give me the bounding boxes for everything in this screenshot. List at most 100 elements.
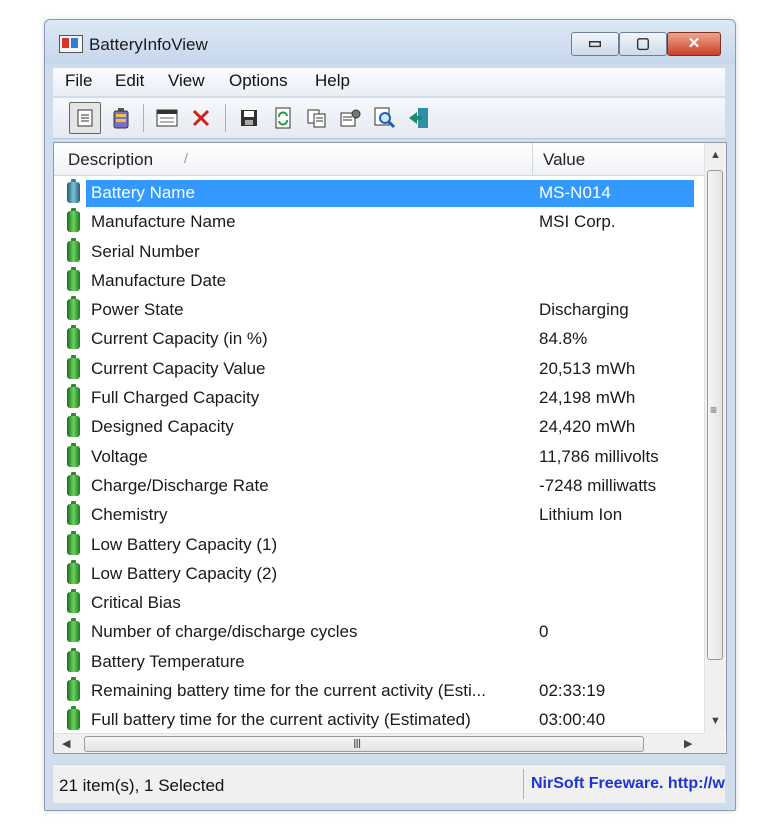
list-row[interactable]: Manufacture Date [54, 266, 704, 295]
column-header-value[interactable]: Value [543, 150, 585, 170]
minimize-icon: ▭ [587, 35, 603, 52]
copy-icon[interactable] [301, 102, 333, 134]
row-description: Chemistry [91, 505, 168, 525]
row-value: 24,198 mWh [539, 388, 636, 408]
list-row[interactable]: Manufacture Name MSI Corp. [54, 207, 704, 236]
row-description: Battery Name [91, 183, 195, 202]
battery-icon [67, 237, 80, 262]
horizontal-scroll-thumb[interactable]: Ⅲ [84, 736, 644, 752]
list-row[interactable]: Current Capacity (in %) 84.8% [54, 324, 704, 353]
row-description: Manufacture Name [91, 212, 236, 232]
list-row[interactable]: Full Charged Capacity 24,198 mWh [54, 383, 704, 412]
title-bar[interactable]: BatteryInfoView ▭ ▢ ✕ [45, 20, 735, 64]
exit-icon[interactable] [403, 102, 435, 134]
row-description: Critical Bias [91, 593, 181, 613]
nirsoft-link[interactable]: NirSoft Freeware. http://www.nirsoft.net [531, 775, 725, 793]
list-row[interactable]: Full battery time for the current activi… [54, 705, 704, 734]
list-row[interactable]: Chemistry Lithium Ion [54, 500, 704, 529]
row-description: Low Battery Capacity (1) [91, 534, 278, 554]
options-icon[interactable] [335, 102, 367, 134]
row-description: Current Capacity (in %) [91, 329, 268, 349]
scroll-right-icon[interactable]: ▶ [684, 737, 692, 750]
list-row[interactable]: Low Battery Capacity (1) [54, 530, 704, 559]
row-description: Manufacture Date [91, 270, 227, 290]
row-description: Battery Temperature [91, 651, 245, 671]
delete-icon[interactable] [185, 102, 217, 134]
sort-indicator-icon: / [184, 150, 188, 166]
list-row[interactable]: Critical Bias [54, 588, 704, 617]
save-icon[interactable] [233, 102, 265, 134]
row-description: Number of charge/discharge cycles [91, 622, 358, 642]
close-button[interactable]: ✕ [667, 32, 721, 56]
list-row[interactable]: Number of charge/discharge cycles 0 [54, 617, 704, 646]
horizontal-scrollbar[interactable]: ◀ Ⅲ ▶ [54, 733, 704, 753]
report-icon[interactable] [69, 102, 101, 134]
row-value: MSI Corp. [539, 212, 616, 232]
list-row[interactable]: Battery Name MS-N014 [54, 178, 704, 207]
battery-icon [67, 354, 80, 379]
row-value: 20,513 mWh [539, 358, 636, 378]
row-value: Lithium Ion [539, 505, 623, 525]
row-value: 02:33:19 [539, 681, 606, 701]
row-description: Voltage [91, 446, 148, 466]
menu-options[interactable]: Options [229, 71, 288, 91]
battery-icon [67, 501, 80, 526]
battery-icon [67, 208, 80, 233]
row-value: 0 [539, 622, 549, 642]
battery-info-list[interactable]: Description / Value Battery Name MS-N014 M… [53, 142, 727, 754]
list-row[interactable]: Designed Capacity 24,420 mWh [54, 412, 704, 441]
battery-icon [67, 589, 80, 614]
row-description: Serial Number [91, 241, 200, 261]
toolbar [53, 98, 725, 139]
scroll-left-icon[interactable]: ◀ [62, 737, 70, 750]
battery-icon [67, 530, 80, 555]
maximize-icon: ▢ [635, 35, 651, 52]
list-row[interactable]: Low Battery Capacity (2) [54, 559, 704, 588]
battery-icon [67, 618, 80, 643]
row-description: Power State [91, 300, 184, 320]
row-value: Discharging [539, 300, 629, 320]
minimize-button[interactable]: ▭ [571, 32, 619, 56]
row-description: Current Capacity Value [91, 358, 266, 378]
list-row[interactable]: Charge/Discharge Rate -7248 milliwatts [54, 471, 704, 500]
maximize-button[interactable]: ▢ [619, 32, 667, 56]
battery-icon [67, 179, 80, 203]
menu-edit[interactable]: Edit [115, 71, 144, 91]
app-icon [59, 35, 83, 53]
properties-window-icon[interactable] [151, 102, 183, 134]
list-row[interactable]: Voltage 11,786 millivolts [54, 442, 704, 471]
list-row[interactable]: Current Capacity Value 20,513 mWh [54, 354, 704, 383]
list-row[interactable]: Serial Number [54, 237, 704, 266]
scroll-down-icon[interactable]: ▼ [710, 715, 721, 727]
battery-icon [67, 413, 80, 438]
find-icon[interactable] [369, 102, 401, 134]
app-window: BatteryInfoView ▭ ▢ ✕ File Edit View Opt… [44, 19, 736, 811]
row-value: 03:00:40 [539, 710, 606, 730]
list-header: Description / Value [54, 143, 704, 176]
battery-icon [67, 677, 80, 702]
item-count-status: 21 item(s), 1 Selected [59, 776, 225, 795]
battery-icon [67, 559, 80, 584]
scroll-up-icon[interactable]: ▲ [710, 149, 721, 161]
menu-help[interactable]: Help [315, 71, 350, 91]
list-row[interactable]: Power State Discharging [54, 295, 704, 324]
refresh-icon[interactable] [267, 102, 299, 134]
battery-icon[interactable] [105, 102, 137, 134]
row-value: MS-N014 [539, 183, 611, 202]
window-title: BatteryInfoView [89, 35, 208, 54]
battery-icon [67, 647, 80, 672]
row-description: Low Battery Capacity (2) [91, 563, 278, 583]
row-value: 24,420 mWh [539, 417, 636, 437]
vertical-scrollbar[interactable]: ▲ ≡ ▼ [704, 143, 726, 733]
close-icon: ✕ [687, 35, 701, 52]
row-value: 84.8% [539, 329, 588, 349]
list-row[interactable]: Battery Temperature [54, 647, 704, 676]
grip-icon: ≡ [710, 403, 718, 417]
list-row[interactable]: Remaining battery time for the current a… [54, 676, 704, 705]
menu-file[interactable]: File [65, 71, 92, 91]
column-header-description[interactable]: Description [68, 150, 153, 170]
battery-icon [67, 706, 80, 731]
vertical-scroll-thumb[interactable]: ≡ [707, 170, 723, 660]
menu-view[interactable]: View [168, 71, 205, 91]
battery-icon [67, 325, 80, 350]
